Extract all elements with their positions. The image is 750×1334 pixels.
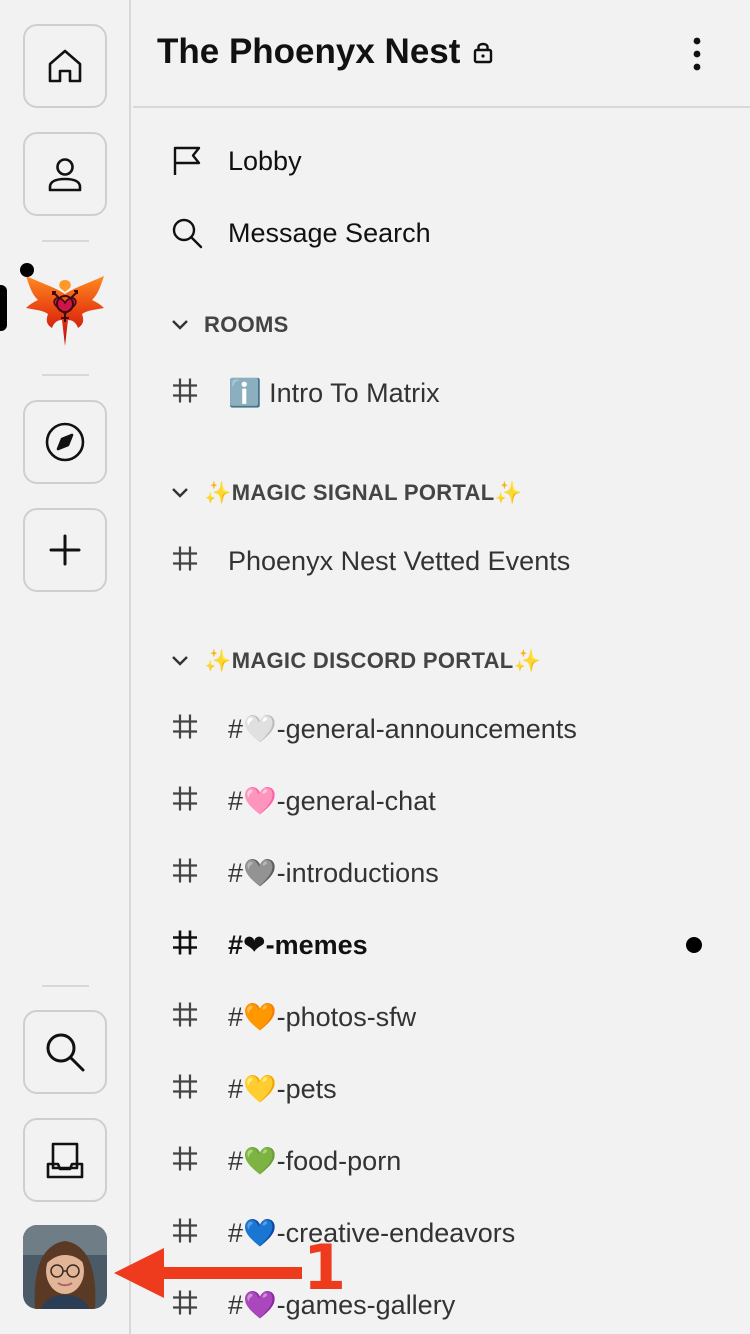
phoenix-logo-icon xyxy=(26,276,104,346)
lobby-item[interactable]: Lobby xyxy=(133,131,750,191)
space-title[interactable]: The Phoenyx Nest xyxy=(157,32,494,72)
room-item[interactable]: #🩶-introductions xyxy=(133,843,750,903)
explore-button[interactable] xyxy=(23,400,107,484)
plus-icon xyxy=(49,534,81,566)
rail-divider xyxy=(42,985,89,987)
annotation-label: 1 xyxy=(303,1231,347,1304)
space-rail xyxy=(0,0,131,1334)
room-item-unread[interactable]: #❤-memes xyxy=(133,915,750,975)
chevron-down-icon xyxy=(172,320,188,330)
room-name: #🩶-introductions xyxy=(228,858,439,888)
section-header-magic-signal-portal[interactable]: ✨MAGIC SIGNAL PORTAL✨ xyxy=(133,473,750,513)
space-name: The Phoenyx Nest xyxy=(157,32,461,71)
hash-icon xyxy=(171,785,199,818)
chevron-down-icon xyxy=(172,656,188,666)
section-label: ✨MAGIC SIGNAL PORTAL✨ xyxy=(204,480,523,505)
search-icon xyxy=(172,218,203,249)
hash-icon xyxy=(171,1001,199,1034)
hash-icon xyxy=(171,377,199,410)
hash-icon xyxy=(171,1145,199,1178)
hash-icon xyxy=(171,545,199,578)
hash-icon xyxy=(171,929,199,962)
section-label: ROOMS xyxy=(204,312,289,337)
inbox-icon xyxy=(46,1142,84,1179)
user-photo-icon xyxy=(23,1225,107,1309)
room-name: ℹ️ Intro To Matrix xyxy=(228,378,440,408)
room-item[interactable]: #💚-food-porn xyxy=(133,1131,750,1191)
message-search-label: Message Search xyxy=(228,217,431,248)
home-button[interactable] xyxy=(23,24,107,108)
user-avatar[interactable] xyxy=(23,1225,107,1309)
inbox-button[interactable] xyxy=(23,1118,107,1202)
room-name: #🧡-photos-sfw xyxy=(228,1002,417,1032)
hash-icon xyxy=(171,713,199,746)
section-label: ✨MAGIC DISCORD PORTAL✨ xyxy=(204,648,542,673)
room-item[interactable]: #🧡-photos-sfw xyxy=(133,987,750,1047)
space-unread-dot xyxy=(20,263,34,277)
flag-icon xyxy=(173,146,201,175)
room-name: #💚-food-porn xyxy=(228,1146,402,1176)
room-item[interactable]: #💛-pets xyxy=(133,1059,750,1119)
lock-icon xyxy=(474,42,493,64)
create-space-button[interactable] xyxy=(23,508,107,592)
unread-indicator-dot xyxy=(686,937,702,953)
room-list-header: The Phoenyx Nest xyxy=(133,0,750,108)
person-icon xyxy=(48,158,82,192)
chevron-down-icon xyxy=(172,488,188,498)
search-icon xyxy=(46,1033,85,1072)
room-name: #💛-pets xyxy=(228,1074,337,1104)
selected-space-indicator xyxy=(0,285,7,331)
room-item[interactable]: Phoenyx Nest Vetted Events xyxy=(133,531,750,591)
room-name: Phoenyx Nest Vetted Events xyxy=(228,545,571,576)
more-options-icon[interactable] xyxy=(690,36,704,72)
lobby-label: Lobby xyxy=(228,145,302,176)
rail-divider xyxy=(42,240,89,242)
room-name: #❤-memes xyxy=(228,929,368,960)
room-item[interactable]: ℹ️ Intro To Matrix xyxy=(133,363,750,423)
hash-icon xyxy=(171,857,199,890)
hash-icon xyxy=(171,1073,199,1106)
message-search-item[interactable]: Message Search xyxy=(133,203,750,263)
room-item[interactable]: #🩷-general-chat xyxy=(133,771,750,831)
search-button[interactable] xyxy=(23,1010,107,1094)
section-header-rooms[interactable]: ROOMS xyxy=(133,305,750,345)
home-icon xyxy=(48,49,82,83)
room-item[interactable]: #🤍-general-announcements xyxy=(133,699,750,759)
rail-divider xyxy=(42,374,89,376)
room-name: #🤍-general-announcements xyxy=(228,714,577,744)
compass-icon xyxy=(45,422,85,462)
people-button[interactable] xyxy=(23,132,107,216)
section-header-magic-discord-portal[interactable]: ✨MAGIC DISCORD PORTAL✨ xyxy=(133,641,750,681)
room-name: #🩷-general-chat xyxy=(228,786,436,816)
phoenyx-nest-space-button[interactable] xyxy=(22,264,108,350)
